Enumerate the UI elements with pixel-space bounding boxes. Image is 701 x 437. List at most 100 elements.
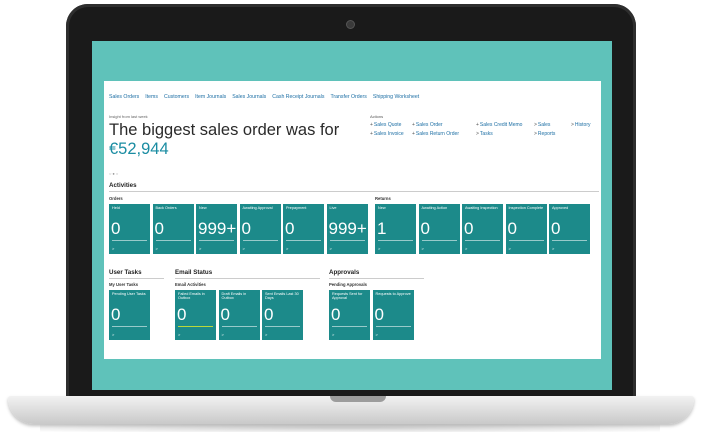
nav-customers[interactable]: Customers — [164, 94, 189, 100]
insight-headline: The biggest sales order was for €52,944 — [109, 121, 359, 159]
cue-tile-label: New — [378, 206, 386, 210]
chevron-right-icon[interactable]: > — [112, 246, 114, 251]
cue-tile[interactable]: Draft Emails in Outbox 0 > — [218, 290, 260, 340]
navigation-bar: Sales Orders Items Customers Item Journa… — [109, 94, 419, 100]
cue-tile[interactable]: Back Orders 0 > — [152, 204, 194, 254]
cue-tile-value: 0 — [241, 219, 251, 238]
approvals-group: Pending Approvals — [329, 282, 368, 287]
cue-tile-label: Approved — [552, 206, 569, 210]
chevron-right-icon[interactable]: > — [378, 246, 380, 251]
cue-tile[interactable]: Awaiting Action 0 > — [418, 204, 460, 254]
nav-item-journals[interactable]: Item Journals — [195, 94, 226, 100]
chevron-right-icon[interactable]: > — [112, 332, 114, 337]
role-center-page: Sales Orders Items Customers Item Journa… — [104, 81, 601, 359]
cue-tile-label: Back Orders — [155, 206, 177, 210]
actions-caption: Actions — [370, 114, 384, 119]
action-label: History — [574, 122, 591, 128]
cue-tile-value: 0 — [420, 219, 430, 238]
cue-tile-value: 0 — [111, 305, 121, 324]
cue-tile[interactable]: New 999+ > — [196, 204, 237, 254]
chevron-right-icon[interactable]: > — [222, 332, 224, 337]
nav-items[interactable]: Items — [145, 94, 158, 100]
plus-icon: + — [476, 122, 479, 128]
chevron-right-icon: > — [571, 122, 574, 128]
cue-tile-value: 0 — [374, 305, 384, 324]
nav-sales-journals[interactable]: Sales Journals — [232, 94, 266, 100]
cue-tile[interactable]: Pending User Tasks 0 > — [109, 290, 150, 340]
cue-tile-divider — [155, 240, 191, 241]
carousel-dots[interactable]: ○●○ — [109, 171, 119, 176]
nav-sales-orders[interactable]: Sales Orders — [109, 94, 139, 100]
chevron-right-icon[interactable]: > — [156, 246, 158, 251]
chevron-right-icon[interactable]: > — [265, 332, 267, 337]
cue-tile-value: 0 — [551, 219, 561, 238]
cue-tile-label: Requests Sent for Approval — [332, 292, 363, 301]
action-label: Sales Return Order — [415, 131, 459, 137]
cue-tile-divider — [465, 240, 500, 241]
chevron-right-icon[interactable]: > — [376, 332, 378, 337]
action-sales-return-order[interactable]: +Sales Return Order — [412, 131, 459, 137]
cue-tile-divider — [221, 326, 257, 327]
cue-tile[interactable]: Awaiting Approval 0 > — [239, 204, 281, 254]
chevron-right-icon[interactable]: > — [509, 246, 511, 251]
cue-tile[interactable]: New 1 > — [375, 204, 416, 254]
cue-tile-divider — [332, 326, 367, 327]
insight-headline-text: The biggest sales order was for — [109, 121, 340, 139]
plus-icon: + — [412, 122, 415, 128]
chevron-right-icon[interactable]: > — [243, 246, 245, 251]
cue-tile[interactable]: Live 999+ > — [326, 204, 368, 254]
action-label: Sales Invoice — [373, 131, 404, 137]
chevron-right-icon[interactable]: > — [465, 246, 467, 251]
cue-tile-label: Inspection Complete — [508, 206, 544, 210]
cue-tile-divider — [112, 326, 147, 327]
cue-tile-value: 0 — [331, 305, 341, 324]
cue-tile-value: 999+ — [198, 219, 237, 238]
action-sales-quote[interactable]: +Sales Quote — [370, 122, 401, 128]
nav-shipping-worksheet[interactable]: Shipping Worksheet — [373, 94, 419, 100]
action-sales-credit-memo[interactable]: +Sales Credit Memo — [476, 122, 522, 128]
nav-transfer-orders[interactable]: Transfer Orders — [330, 94, 366, 100]
chevron-right-icon[interactable]: > — [332, 332, 334, 337]
cue-tile-label: Draft Emails in Outbox — [221, 292, 247, 301]
chevron-right-icon[interactable]: > — [422, 246, 424, 251]
cue-tile-label: New — [199, 206, 207, 210]
action-sales[interactable]: >Sales — [534, 122, 550, 128]
cue-tile-label: Sent Emails Last 30 Days — [265, 292, 299, 301]
cue-tile[interactable]: Held 0 > — [109, 204, 150, 254]
nav-cash-receipt-journals[interactable]: Cash Receipt Journals — [272, 94, 324, 100]
camera-icon — [346, 20, 355, 29]
cue-tile[interactable]: Awaiting Inspection 0 > — [462, 204, 503, 254]
chevron-right-icon[interactable]: > — [330, 246, 332, 251]
approvals-title: Approvals — [329, 269, 360, 276]
plus-icon: + — [412, 131, 415, 137]
action-sales-order[interactable]: +Sales Order — [412, 122, 443, 128]
cue-tile-divider — [508, 240, 544, 241]
chevron-right-icon[interactable]: > — [552, 246, 554, 251]
email-status-group: Email Activities — [175, 282, 206, 287]
cue-tile-label: Awaiting Approval — [242, 206, 273, 210]
laptop-shadow — [40, 424, 660, 432]
cue-tile-value: 1 — [377, 219, 387, 238]
insight-amount[interactable]: €52,944 — [109, 140, 169, 158]
action-tasks[interactable]: >Tasks — [476, 131, 493, 137]
action-sales-invoice[interactable]: +Sales Invoice — [370, 131, 404, 137]
action-history[interactable]: >History — [571, 122, 590, 128]
cue-tile-value: 999+ — [328, 219, 367, 238]
cue-tile-value: 0 — [177, 305, 187, 324]
cue-tile[interactable]: Prepayment 0 > — [283, 204, 324, 254]
chevron-right-icon[interactable]: > — [286, 246, 288, 251]
cue-tile[interactable]: Approved 0 > — [549, 204, 590, 254]
chevron-right-icon[interactable]: > — [178, 332, 180, 337]
cue-tile[interactable]: Failed Emails in Outbox 0 > — [175, 290, 216, 340]
chevron-right-icon[interactable]: > — [199, 246, 201, 251]
cue-tile[interactable]: Sent Emails Last 30 Days 0 > — [262, 290, 303, 340]
action-reports[interactable]: >Reports — [534, 131, 555, 137]
laptop-base — [8, 396, 694, 424]
insight-caption: Insight from last week — [109, 114, 148, 119]
cue-tile[interactable]: Requests Sent for Approval 0 > — [329, 290, 370, 340]
orders-label: Orders — [109, 196, 123, 201]
plus-icon: + — [370, 122, 373, 128]
action-label: Sales Quote — [373, 122, 402, 128]
cue-tile[interactable]: Requests to Approve 0 > — [372, 290, 414, 340]
cue-tile[interactable]: Inspection Complete 0 > — [505, 204, 547, 254]
